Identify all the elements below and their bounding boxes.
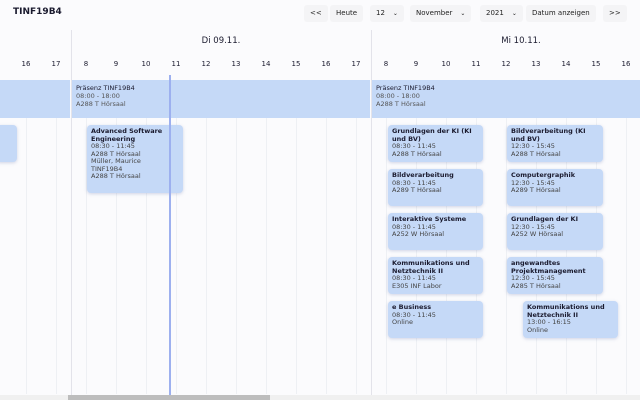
hour-gridline bbox=[236, 118, 237, 394]
event-detail: Online bbox=[392, 318, 413, 326]
hour-label: 8 bbox=[383, 60, 389, 68]
hour-label: 14 bbox=[261, 60, 271, 68]
year-select[interactable]: 2021 ⌄ bbox=[480, 5, 523, 22]
hour-gridline bbox=[206, 118, 207, 394]
month-select[interactable]: November ⌄ bbox=[410, 5, 472, 22]
today-button[interactable]: Heute bbox=[330, 5, 364, 22]
current-time-line bbox=[169, 75, 171, 395]
event-card-partial[interactable] bbox=[0, 125, 17, 162]
hour-gridline bbox=[386, 118, 387, 394]
hour-label: 11 bbox=[171, 60, 181, 68]
hour-label: 12 bbox=[201, 60, 211, 68]
hour-label: 16 bbox=[621, 60, 631, 68]
hour-gridline bbox=[326, 118, 327, 394]
event-card[interactable]: Kommunikations und Netztechnik II 08:30 -… bbox=[388, 257, 483, 294]
hour-gridline bbox=[296, 118, 297, 394]
event-detail: A288 T Hörsaal bbox=[91, 172, 141, 180]
hour-label: 16 bbox=[21, 60, 31, 68]
hour-label: 14 bbox=[561, 60, 571, 68]
event-card[interactable]: Grundlagen der KI 12:30 - 15:45 A252 W Hör… bbox=[507, 213, 603, 250]
hour-label: 13 bbox=[531, 60, 541, 68]
day-select[interactable]: 12 ⌄ bbox=[370, 5, 404, 22]
event-detail: A285 T Hörsaal bbox=[511, 281, 561, 290]
event-detail: A289 T Hörsaal bbox=[392, 186, 442, 194]
event-detail: A288 T Hörsaal bbox=[511, 149, 561, 158]
event-card[interactable]: angewandtes Projektmanagement 12:30 - 15:… bbox=[507, 257, 603, 294]
chevron-down-icon: ⌄ bbox=[460, 10, 466, 17]
hour-gridline bbox=[356, 118, 357, 394]
day-value: 12 bbox=[376, 9, 385, 17]
event-title: Advanced Software Engineering bbox=[91, 127, 163, 143]
chevron-down-icon: ⌄ bbox=[392, 10, 398, 17]
event-title: Kommunikations und Netztechnik II bbox=[392, 259, 470, 275]
hour-label: 17 bbox=[351, 60, 361, 68]
hour-label: 10 bbox=[141, 60, 151, 68]
event-card[interactable]: Kommunikations und Netztechnik II 13:00 -… bbox=[523, 301, 618, 338]
event-card[interactable]: Bildverarbeitung (KI und BV) 12:30 - 15:4… bbox=[507, 125, 603, 162]
event-card[interactable]: Grundlagen der KI (KI und BV) 08:30 - 11:… bbox=[388, 125, 483, 162]
event-detail: A288 T Hörsaal bbox=[392, 149, 442, 158]
prev-button[interactable]: << bbox=[304, 5, 328, 22]
month-value: November bbox=[416, 9, 453, 17]
year-value: 2021 bbox=[486, 9, 504, 17]
event-detail: Online bbox=[527, 325, 548, 334]
event-title: Bildverarbeitung (KI und BV) bbox=[511, 127, 586, 143]
hour-label: 12 bbox=[501, 60, 511, 68]
presence-text: Präsenz TINF19B4 08:00 - 18:00 A288 T Hörs… bbox=[76, 84, 135, 108]
chevron-down-icon: ⌄ bbox=[511, 10, 517, 17]
event-title: Grundlagen der KI (KI und BV) bbox=[392, 127, 472, 143]
hour-gridline bbox=[26, 118, 27, 394]
event-card[interactable]: Interaktive Systeme 08:30 - 11:45 A252 W H… bbox=[388, 213, 483, 250]
hour-label: 10 bbox=[441, 60, 451, 68]
hour-label: 17 bbox=[51, 60, 61, 68]
event-card[interactable]: e Business 08:30 - 11:45 Online bbox=[388, 301, 483, 338]
event-card[interactable]: Computergraphik 12:30 - 15:45 A289 T Hörsa… bbox=[507, 169, 603, 206]
event-title: Kommunikations und Netztechnik II bbox=[527, 303, 605, 319]
event-detail: A252 W Hörsaal bbox=[511, 230, 564, 238]
hour-gridline bbox=[56, 118, 57, 394]
event-card[interactable]: Bildverarbeitung 08:30 - 11:45 A289 T Hörs… bbox=[388, 169, 483, 206]
hour-label: 11 bbox=[471, 60, 481, 68]
scrollbar-thumb[interactable] bbox=[68, 395, 270, 400]
event-detail: A289 T Hörsaal bbox=[511, 186, 561, 194]
hour-gridline bbox=[266, 118, 267, 394]
event-title: angewandtes Projektmanagement bbox=[511, 259, 586, 275]
day-header: Di 09.11. bbox=[201, 36, 241, 46]
hour-label: 15 bbox=[291, 60, 301, 68]
presence-block-prev[interactable] bbox=[0, 80, 70, 118]
event-detail: E305 INF Labor bbox=[392, 281, 442, 290]
event-detail: A252 W Hörsaal bbox=[392, 230, 445, 238]
hour-label: 13 bbox=[231, 60, 241, 68]
next-button[interactable]: >> bbox=[603, 5, 627, 22]
presence-text: Präsenz TINF19B4 08:00 - 18:00 A288 T Hörs… bbox=[376, 84, 435, 108]
show-date-button[interactable]: Datum anzeigen bbox=[526, 5, 596, 22]
day-header: Mi 10.11. bbox=[501, 36, 541, 46]
hour-label: 9 bbox=[413, 60, 419, 68]
course-title: TINF19B4 bbox=[13, 7, 62, 17]
hour-gridline bbox=[626, 118, 627, 394]
hour-label: 16 bbox=[321, 60, 331, 68]
hour-label: 15 bbox=[591, 60, 601, 68]
hour-label: 8 bbox=[83, 60, 89, 68]
hour-label: 9 bbox=[113, 60, 119, 68]
